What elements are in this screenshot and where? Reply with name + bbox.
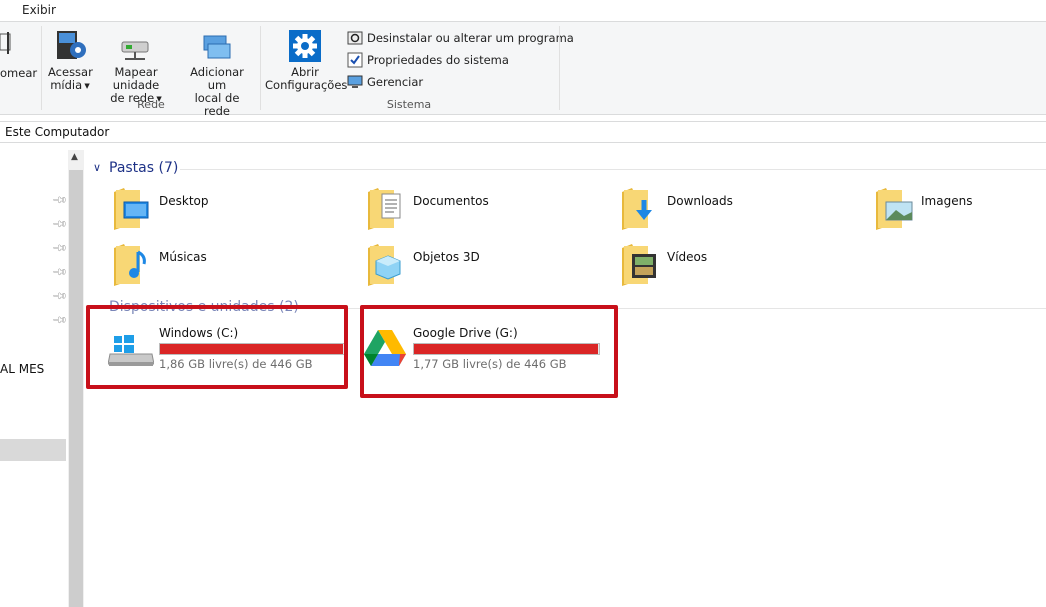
folder-label: Músicas (159, 250, 207, 264)
open-settings-button[interactable]: Abrir Configurações (265, 26, 347, 96)
scrollbar-thumb[interactable] (69, 170, 83, 607)
access-media-button[interactable]: Acessar mídia ▼ (48, 26, 93, 96)
group-label-system: Sistema (386, 98, 432, 111)
videos-folder-icon (620, 242, 656, 286)
rename-button-label[interactable]: omear (0, 67, 37, 80)
scroll-up-icon[interactable]: ▲ (71, 152, 78, 162)
folder-item[interactable]: Objetos 3D (366, 242, 596, 290)
tab-view[interactable]: Exibir (22, 3, 56, 17)
documents-folder-icon (366, 186, 402, 230)
folder-item[interactable]: Documentos (366, 186, 596, 234)
add-network-location-button[interactable]: Adicionar um local de rede (180, 26, 254, 118)
folder-label: Objetos 3D (413, 250, 480, 264)
separator (41, 26, 42, 110)
chevron-down-icon[interactable]: ∨ (93, 161, 101, 174)
network-location-icon (203, 35, 231, 59)
pin-icon[interactable]: 📌︎ (51, 312, 68, 329)
pin-icon[interactable]: 📌︎ (51, 288, 68, 305)
address-bar[interactable]: Este Computador (0, 121, 1046, 143)
ribbon-tab-strip: Exibir (0, 0, 1046, 22)
folder-item[interactable]: Downloads (620, 186, 850, 234)
chevron-down-icon: ▼ (82, 82, 90, 90)
pin-icon[interactable]: 📌︎ (51, 192, 68, 209)
highlight-box-drive-g (360, 305, 618, 398)
pin-icon[interactable]: 📌︎ (51, 240, 68, 257)
nav-scrollbar[interactable]: ▲ (68, 150, 84, 607)
pin-icon[interactable]: 📌︎ (51, 264, 68, 281)
separator (559, 26, 560, 110)
ribbon: omear Acessar mídia ▼ Mapear unidade de … (0, 22, 1046, 118)
nav-item[interactable]: AL MES (0, 362, 44, 376)
folder-item[interactable]: Desktop (112, 186, 342, 234)
pin-icon[interactable]: 📌︎ (51, 216, 68, 233)
section-header-folders[interactable]: Pastas (7) (109, 160, 178, 176)
uninstall-icon (347, 30, 363, 46)
folder-item[interactable]: Músicas (112, 242, 342, 290)
music-folder-icon (112, 242, 148, 286)
rename-icon[interactable] (0, 32, 14, 56)
folder-item[interactable]: Vídeos (620, 242, 850, 290)
folder-item[interactable]: Imagens (874, 186, 1046, 234)
highlight-box-drive-c (86, 305, 348, 389)
uninstall-program-button[interactable]: Desinstalar ou alterar um programa (347, 29, 574, 47)
breadcrumb[interactable]: Este Computador (5, 125, 109, 139)
pictures-folder-icon (874, 186, 913, 230)
divider (180, 169, 1046, 170)
computer-management-icon (347, 74, 363, 90)
desktop-folder-icon (112, 186, 149, 230)
nav-item-selected[interactable] (0, 439, 66, 461)
checklist-icon (347, 52, 363, 68)
folder-label: Desktop (159, 194, 209, 208)
separator (260, 26, 261, 110)
folder-label: Downloads (667, 194, 733, 208)
folder-label: Documentos (413, 194, 489, 208)
gear-icon (289, 30, 321, 62)
network-drive-icon (121, 41, 149, 60)
folder-label: Imagens (921, 194, 973, 208)
group-label-network: Rede (137, 98, 165, 111)
system-properties-button[interactable]: Propriedades do sistema (347, 51, 509, 69)
manage-button[interactable]: Gerenciar (347, 73, 423, 91)
media-icon (57, 31, 86, 59)
navigation-pane: 📌︎ 📌︎ 📌︎ 📌︎ 📌︎ 📌︎ AL MES (0, 143, 68, 607)
downloads-folder-icon (620, 186, 656, 230)
3d-objects-folder-icon (366, 242, 402, 286)
map-network-drive-button[interactable]: Mapear unidade de rede ▼ (92, 26, 180, 105)
folder-label: Vídeos (667, 250, 708, 264)
